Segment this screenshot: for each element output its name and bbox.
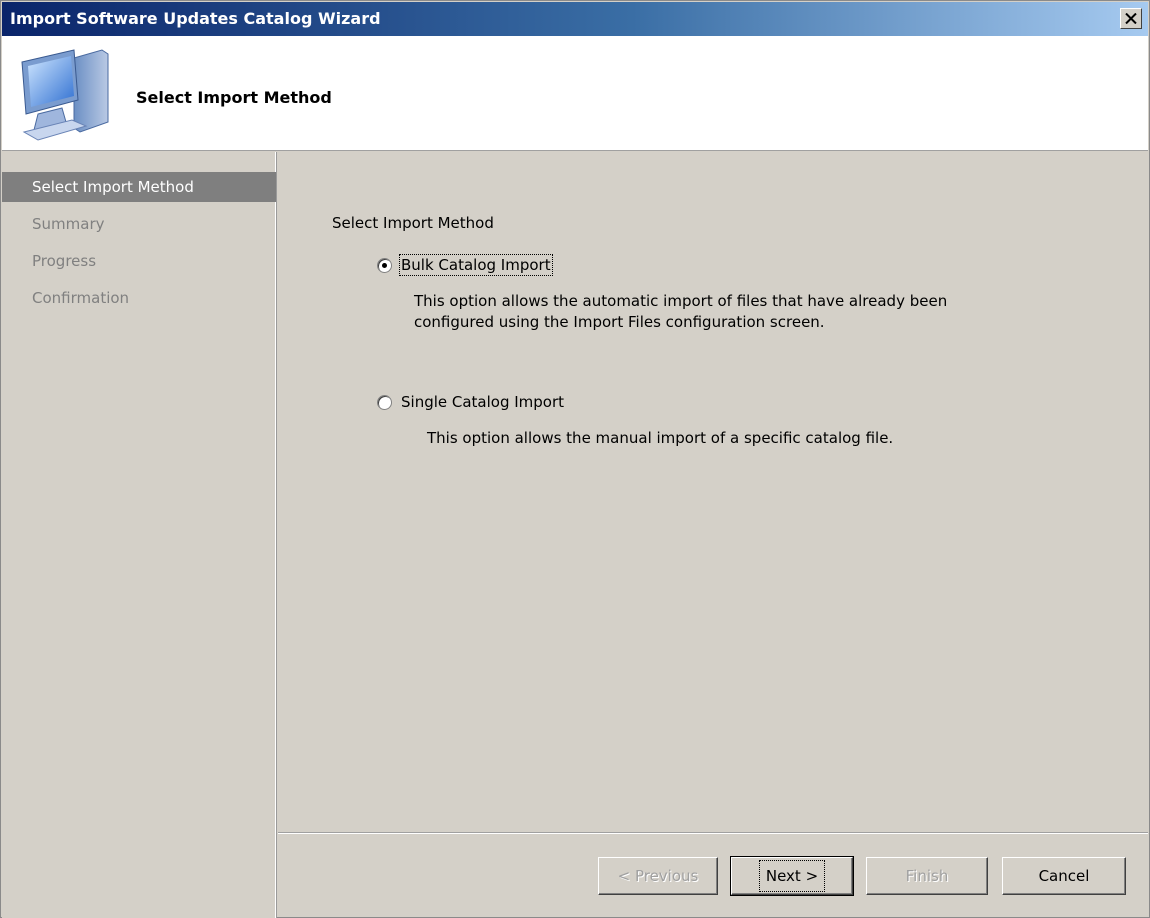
cancel-button[interactable]: Cancel — [1002, 857, 1126, 895]
close-button[interactable] — [1120, 8, 1142, 29]
step-label: Select Import Method — [32, 178, 194, 196]
step-label: Summary — [32, 215, 105, 233]
computer-icon — [21, 49, 109, 141]
bulk-catalog-import-description: This option allows the automatic import … — [414, 292, 948, 331]
wizard-window: Import Software Updates Catalog Wizard S… — [0, 0, 1150, 918]
wizard-content: Select Import Method Bulk Catalog Import… — [278, 152, 1148, 832]
wizard-header: Select Import Method — [2, 36, 1148, 151]
close-icon — [1125, 13, 1137, 24]
bulk-catalog-import-label[interactable]: Bulk Catalog Import — [399, 254, 553, 276]
title-bar: Import Software Updates Catalog Wizard — [2, 2, 1148, 36]
previous-button-label: < Previous — [617, 867, 699, 885]
single-catalog-import-description: This option allows the manual import of … — [427, 429, 894, 447]
section-heading: Select Import Method — [332, 214, 494, 232]
step-progress: Progress — [2, 246, 276, 276]
next-button-label: Next > — [758, 860, 826, 892]
bulk-catalog-import-option[interactable]: Bulk Catalog Import — [377, 254, 553, 276]
finish-button-label: Finish — [905, 867, 949, 885]
window-title: Import Software Updates Catalog Wizard — [10, 9, 381, 28]
step-confirmation: Confirmation — [2, 283, 276, 313]
previous-button[interactable]: < Previous — [598, 857, 718, 895]
wizard-steps-sidebar: Select Import Method Summary Progress Co… — [2, 152, 276, 918]
bulk-catalog-import-radio[interactable] — [377, 257, 392, 273]
cancel-button-label: Cancel — [1038, 867, 1090, 885]
single-catalog-import-label[interactable]: Single Catalog Import — [401, 393, 564, 411]
single-catalog-import-option[interactable]: Single Catalog Import — [377, 393, 564, 411]
step-label: Progress — [32, 252, 97, 270]
step-select-import-method: Select Import Method — [2, 172, 276, 202]
finish-button[interactable]: Finish — [866, 857, 988, 895]
single-catalog-import-radio[interactable] — [377, 394, 392, 410]
next-button[interactable]: Next > — [730, 856, 854, 896]
page-title: Select Import Method — [136, 88, 332, 107]
step-summary: Summary — [2, 209, 276, 239]
wizard-footer: < Previous Next > Finish Cancel — [278, 832, 1148, 918]
step-label: Confirmation — [32, 289, 130, 307]
